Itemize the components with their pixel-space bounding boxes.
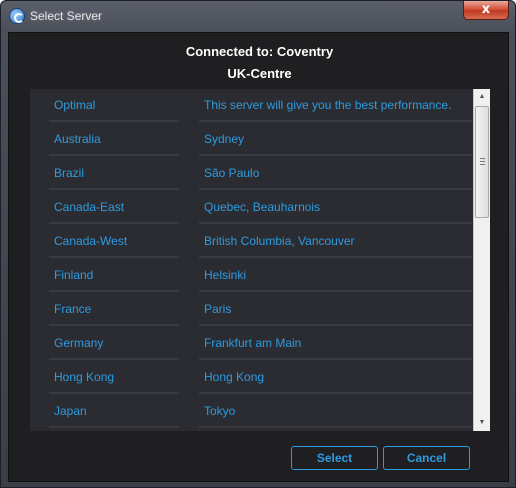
server-region: France [49, 293, 179, 326]
list-item-finland[interactable]: Finland Helsinki [30, 259, 472, 293]
list-item-france[interactable]: France Paris [30, 293, 472, 327]
list-item-canada-west[interactable]: Canada-West British Columbia, Vancouver [30, 225, 472, 259]
window-title: Select Server [30, 9, 103, 23]
server-region: Optimal [49, 89, 179, 122]
server-region: Canada-West [49, 225, 179, 258]
scroll-up-arrow-icon[interactable]: ▲ [474, 89, 490, 105]
connected-server: Coventry [276, 44, 334, 59]
list-scrollbar[interactable]: ▲ ▼ [473, 89, 490, 431]
list-item-germany[interactable]: Germany Frankfurt am Main [30, 327, 472, 361]
server-region: Canada-East [49, 191, 179, 224]
grip-icon [480, 158, 485, 165]
server-region: Australia [49, 123, 179, 156]
connected-label: Connected to: [185, 44, 274, 59]
server-location: Helsinki [199, 259, 472, 292]
server-region: Hong Kong [49, 361, 179, 394]
server-region: Brazil [49, 157, 179, 190]
select-button[interactable]: Select [291, 446, 378, 470]
dialog-body: Connected to: Coventry UK-Centre Optimal… [8, 32, 509, 482]
server-location: This server will give you the best perfo… [199, 89, 472, 122]
server-location: Hong Kong [199, 361, 472, 394]
close-button[interactable]: x [463, 1, 509, 20]
server-location: São Paulo [199, 157, 472, 190]
scroll-down-arrow-icon[interactable]: ▼ [474, 415, 490, 431]
server-list[interactable]: Optimal This server will give you the be… [30, 89, 490, 431]
cancel-button[interactable]: Cancel [383, 446, 470, 470]
list-item-canada-east[interactable]: Canada-East Quebec, Beauharnois [30, 191, 472, 225]
list-item-japan[interactable]: Japan Tokyo [30, 395, 472, 429]
server-location: Frankfurt am Main [199, 327, 472, 360]
server-region: Finland [49, 259, 179, 292]
server-location: Sydney [199, 123, 472, 156]
connected-line: Connected to: Coventry [9, 44, 510, 66]
list-item-brazil[interactable]: Brazil São Paulo [30, 157, 472, 191]
server-region: Germany [49, 327, 179, 360]
server-location: British Columbia, Vancouver [199, 225, 472, 258]
server-location: Paris [199, 293, 472, 326]
list-item-optimal[interactable]: Optimal This server will give you the be… [30, 89, 472, 123]
server-location: Quebec, Beauharnois [199, 191, 472, 224]
list-item-hong-kong[interactable]: Hong Kong Hong Kong [30, 361, 472, 395]
select-server-window: Select Server x Connected to: Coventry U… [0, 0, 516, 488]
connected-region: UK-Centre [227, 66, 292, 81]
app-logo-icon [9, 8, 25, 24]
server-location: Tokyo [199, 395, 472, 428]
scroll-thumb[interactable] [475, 106, 489, 218]
connection-header: Connected to: Coventry UK-Centre [9, 44, 510, 86]
list-item-australia[interactable]: Australia Sydney [30, 123, 472, 157]
server-region: Japan [49, 395, 179, 428]
title-bar[interactable]: Select Server x [1, 1, 515, 31]
